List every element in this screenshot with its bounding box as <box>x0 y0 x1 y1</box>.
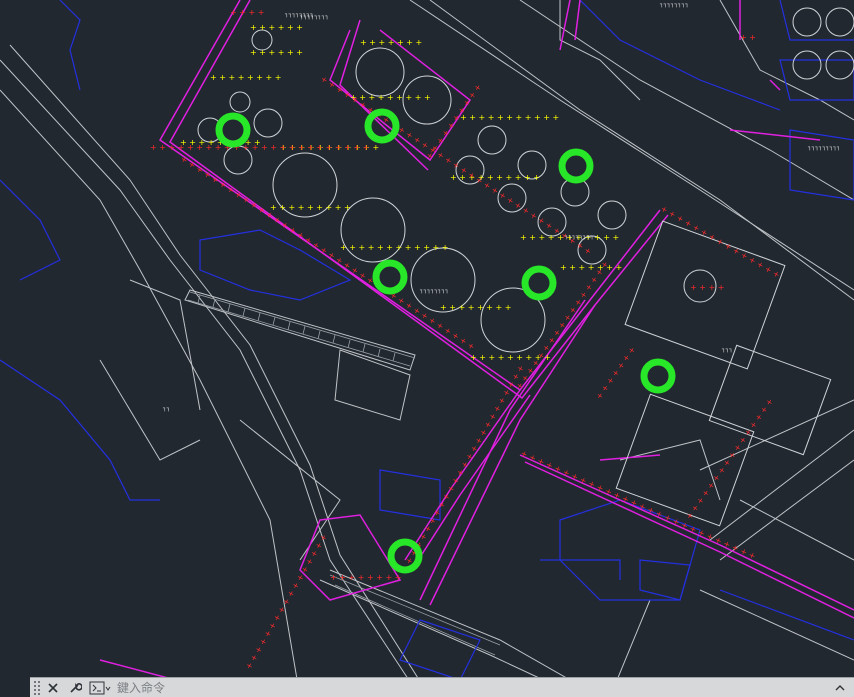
svg-text:+ + + + + + + + + + + + + + +: + + + + + + + + + + + + + + + + + + + + … <box>179 154 476 352</box>
blue-linework <box>0 0 854 681</box>
highlight-ring <box>521 265 557 301</box>
svg-text:+ + + + + +: + + + + + + <box>250 23 303 32</box>
svg-text:+ + + + + +: + + + + + + <box>250 48 303 57</box>
svg-text:+ + + + + + + + + + + + + + +: + + + + + + + + + + + + + + + + + + + + … <box>150 143 369 152</box>
close-icon[interactable] <box>43 679 63 697</box>
svg-text:+ + + + + + + + + + + +: + + + + + + + + + + + + <box>340 243 448 252</box>
svg-text:+ + + + + + + + + + + + + + +: + + + + + + + + + + + + + + + + + + + + … <box>404 364 526 566</box>
highlight-ring <box>372 259 408 295</box>
wrench-icon[interactable] <box>65 679 85 697</box>
tank-label-c: ┐┐┐┐┐┐┐┐ <box>284 11 314 18</box>
hatched-strip <box>187 291 501 656</box>
svg-text:+ + + + + + + +: + + + + + + + + <box>330 573 401 582</box>
svg-text:+ + + + + + + + + + +: + + + + + + + + + + + <box>460 113 559 122</box>
cad-drawing-canvas[interactable]: + + + + + + + + + + + + + + + + + + + + … <box>0 0 854 697</box>
highlight-ring <box>640 358 676 394</box>
drag-grip-icon[interactable] <box>33 679 41 696</box>
tank-label-b: ┐┐┐┐┐┐┐┐ <box>419 287 449 294</box>
svg-text:+ + + + + + +: + + + + + + + <box>560 263 622 272</box>
svg-text:+ + + +: + + + + <box>230 8 264 17</box>
label-mid: ┐┐ <box>162 405 170 412</box>
command-input[interactable] <box>113 678 832 697</box>
svg-text:+ +: + + <box>740 33 756 42</box>
chevron-up-icon[interactable] <box>832 680 848 696</box>
magenta-pipelines <box>99 0 854 697</box>
highlight-ring <box>558 148 594 184</box>
svg-text:+ + + + + + + + + + + + + + +: + + + + + + + + + + + + + + + + + <box>244 533 329 671</box>
svg-text:+ + + + + + + + + + + + + + +: + + + + + + + + + + + + + + + + <box>684 397 775 521</box>
svg-text:+ + + + + + + + + + + + + + +: + + + + + + + + + + + + + + + + + + + + … <box>319 74 593 256</box>
label-right: ┐┐┐ <box>721 346 733 353</box>
yellow-markers: + + + + + + + + + + + + + + + + + + + + … <box>180 23 622 362</box>
label-right-2: ┐┐┐┐┐┐┐┐┐ <box>807 144 841 151</box>
red-markers: + + + + + + + + + + + + + + + + + + + + … <box>150 8 781 671</box>
svg-text:+ + + + + + + + +: + + + + + + + + + <box>270 203 351 212</box>
label-top-right: ┐┐┐┐┐┐┐┐ <box>659 1 689 8</box>
svg-text:+ + + + + + + +: + + + + + + + + <box>210 73 281 82</box>
svg-text:+ + + +: + + + + <box>690 283 724 292</box>
command-line-bar <box>30 677 854 697</box>
command-prompt-icon[interactable] <box>87 679 113 697</box>
svg-text:+ + + + + + + +: + + + + + + + + <box>440 303 511 312</box>
svg-text:+ + + + + + +: + + + + + + + <box>360 38 422 47</box>
tank-label-a: ┐┐┐┐┐┐┐┐ <box>564 233 594 240</box>
svg-text:+ + + + + + + + + + + + + + +: + + + + + + + + + + + + + + + <box>659 204 781 280</box>
svg-text:+ + + + + + +: + + + + + + + <box>594 345 637 401</box>
